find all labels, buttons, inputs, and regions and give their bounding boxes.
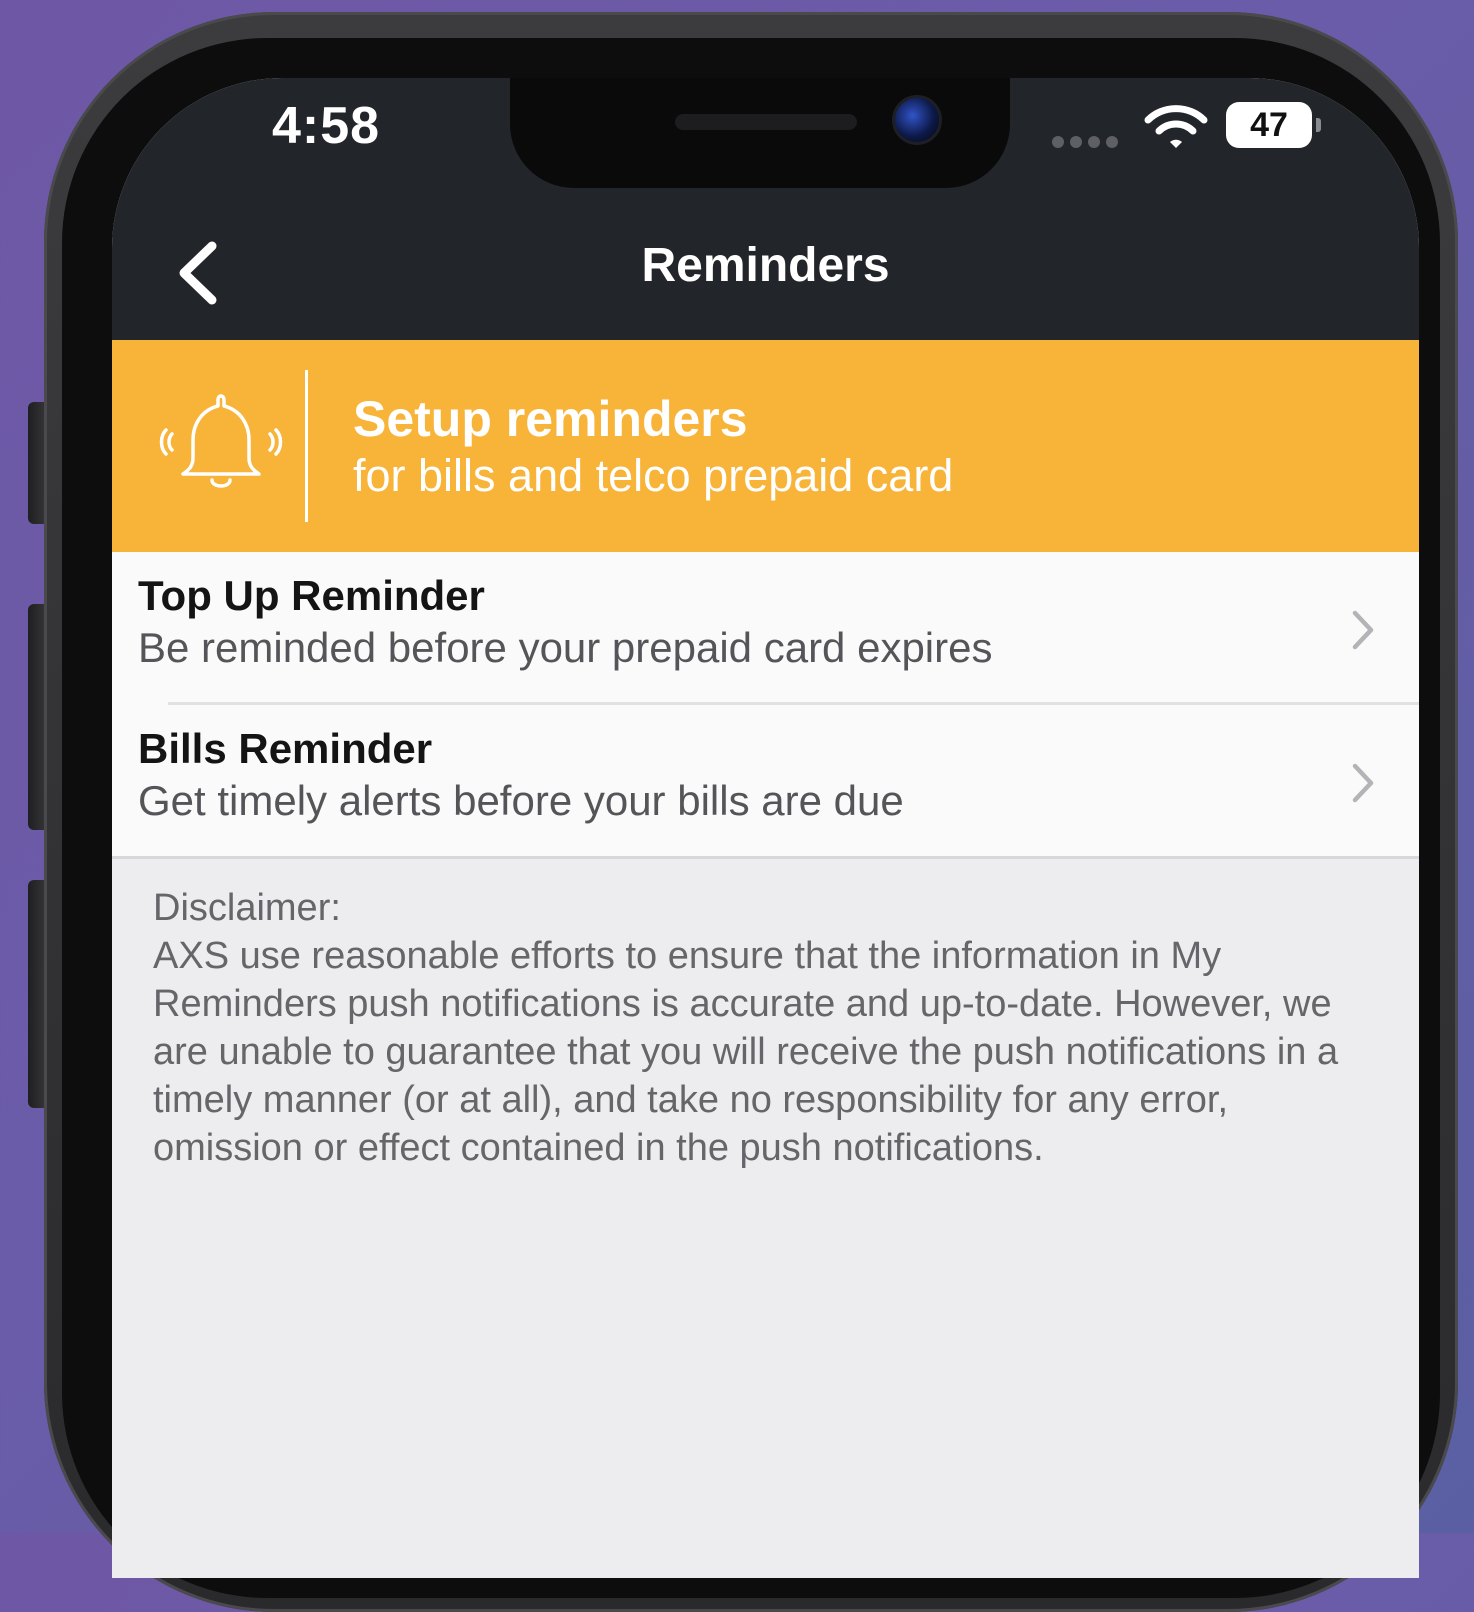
wifi-icon bbox=[1144, 105, 1208, 148]
setup-reminders-banner: Setup reminders for bills and telco prep… bbox=[112, 340, 1419, 552]
status-time: 4:58 bbox=[272, 97, 381, 155]
banner-divider bbox=[305, 370, 308, 522]
banner-subtitle: for bills and telco prepaid card bbox=[353, 450, 954, 501]
row-subtitle: Get timely alerts before your bills are … bbox=[138, 777, 904, 824]
cellular-signal-icon bbox=[1052, 136, 1118, 148]
disclaimer: Disclaimer: AXS use reasonable efforts t… bbox=[153, 884, 1373, 1172]
notch bbox=[510, 78, 1010, 188]
earpiece-speaker bbox=[675, 114, 857, 130]
row-title: Bills Reminder bbox=[138, 725, 433, 772]
top-up-reminder-row[interactable]: Top Up Reminder Be reminded before your … bbox=[112, 552, 1419, 705]
page-title: Reminders bbox=[641, 239, 890, 292]
chevron-right-icon bbox=[1352, 763, 1374, 803]
banner-title: Setup reminders bbox=[353, 391, 748, 447]
bell-icon bbox=[159, 394, 283, 488]
battery-icon: 47 bbox=[1226, 102, 1322, 152]
bills-reminder-row[interactable]: Bills Reminder Get timely alerts before … bbox=[112, 705, 1419, 857]
battery-level: 47 bbox=[1226, 102, 1312, 148]
phone-screen: 4:58 47 Reminders Setup reminders for bi… bbox=[112, 78, 1419, 1578]
reminder-list: Top Up Reminder Be reminded before your … bbox=[112, 552, 1419, 859]
row-title: Top Up Reminder bbox=[138, 572, 485, 619]
disclaimer-heading: Disclaimer: bbox=[153, 887, 341, 929]
list-bottom-border bbox=[112, 856, 1419, 859]
front-camera bbox=[892, 95, 942, 145]
disclaimer-body: AXS use reasonable efforts to ensure tha… bbox=[153, 935, 1339, 1169]
row-subtitle: Be reminded before your prepaid card exp… bbox=[138, 624, 993, 671]
header: 4:58 47 Reminders bbox=[112, 78, 1419, 340]
chevron-right-icon bbox=[1352, 610, 1374, 650]
